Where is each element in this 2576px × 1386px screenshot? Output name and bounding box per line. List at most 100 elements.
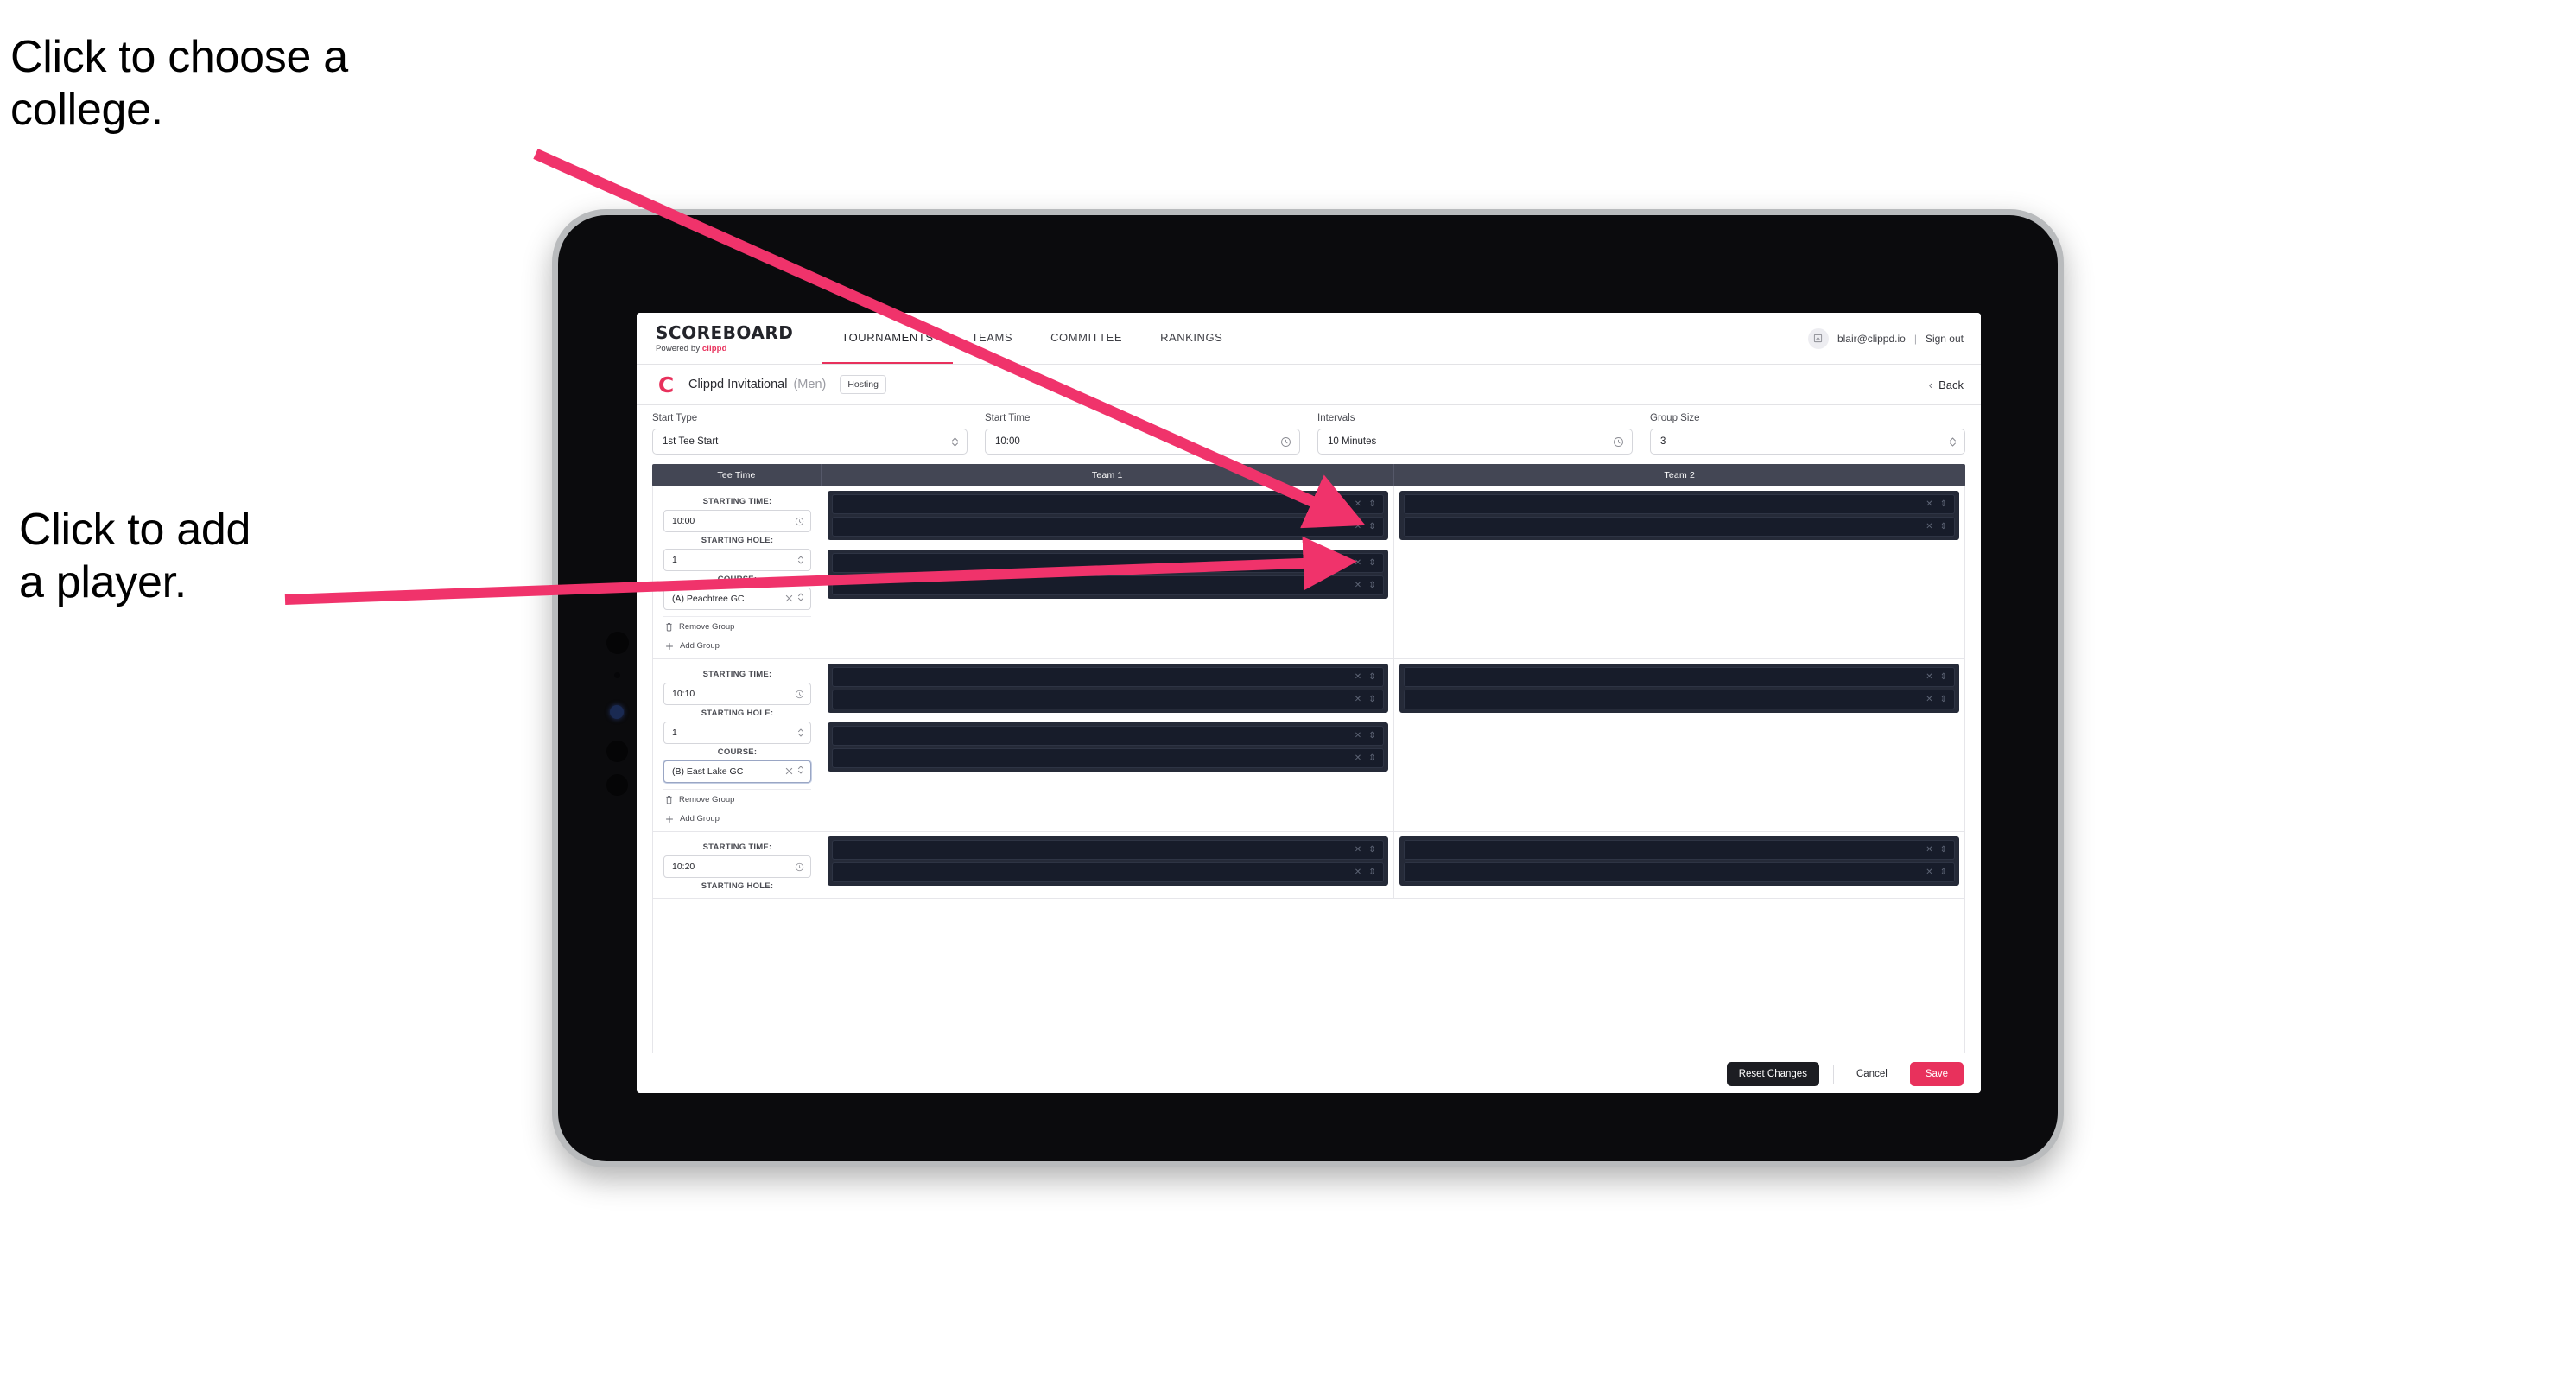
player-name-redacted <box>841 753 1088 763</box>
nav-tab-rankings[interactable]: RANKINGS <box>1141 313 1241 364</box>
clear-course-icon[interactable] <box>785 764 793 779</box>
clock-icon <box>795 690 804 699</box>
intervals-label: Intervals <box>1317 413 1355 423</box>
screenshot-canvas: Click to choose a college. Click to add … <box>0 0 2576 1386</box>
player-name-redacted <box>841 868 1088 877</box>
team-1-cell: ✕ ⇕ ✕ ⇕ ✕ ⇕ ✕ ⇕ <box>822 486 1394 658</box>
clear-player-icon[interactable]: ✕ <box>1926 499 1932 509</box>
course-select[interactable]: (A) Peachtree GC <box>663 588 811 610</box>
remove-group-label: Remove Group <box>679 795 735 804</box>
intervals-input[interactable]: 10 Minutes <box>1317 429 1633 455</box>
clear-player-icon[interactable]: ✕ <box>1355 868 1361 877</box>
player-select-row[interactable]: ✕ ⇕ <box>832 494 1384 514</box>
player-select-row[interactable]: ✕ ⇕ <box>832 667 1384 687</box>
player-select-row[interactable]: ✕ ⇕ <box>832 575 1384 595</box>
brand-logo[interactable]: SCOREBOARD Powered by clippd <box>656 313 822 364</box>
player-select-row[interactable]: ✕ ⇕ <box>1403 517 1955 537</box>
clear-player-icon[interactable]: ✕ <box>1355 845 1361 855</box>
player-select-row[interactable]: ✕ ⇕ <box>832 748 1384 768</box>
start-type-select[interactable]: 1st Tee Start <box>652 429 968 455</box>
team-1-cell: ✕ ⇕ ✕ ⇕ <box>822 832 1394 898</box>
chevron-updown-icon: ⇕ <box>1368 868 1376 877</box>
sensor-dot-icon <box>614 672 620 678</box>
course-value: (B) East Lake GC <box>672 766 744 777</box>
clear-player-icon[interactable]: ✕ <box>1355 731 1361 741</box>
clear-player-icon[interactable]: ✕ <box>1355 695 1361 704</box>
group-block: ✕ ⇕ ✕ ⇕ <box>828 664 1388 713</box>
clear-player-icon[interactable]: ✕ <box>1355 558 1361 568</box>
trash-icon <box>665 622 673 632</box>
clear-player-icon[interactable]: ✕ <box>1355 522 1361 531</box>
tournament-gender: (Men) <box>793 378 827 391</box>
player-name-redacted <box>841 672 1088 682</box>
clear-player-icon[interactable]: ✕ <box>1355 499 1361 509</box>
nav-tab-teams[interactable]: TEAMS <box>953 313 1032 364</box>
chevron-updown-icon: ⇕ <box>1368 581 1376 590</box>
start-time-input[interactable]: 10:00 <box>985 429 1300 455</box>
chevron-updown-icon: ⇕ <box>1939 672 1947 682</box>
player-select-row[interactable]: ✕ ⇕ <box>832 553 1384 573</box>
start-type-label: Start Type <box>652 413 698 423</box>
remove-group-button[interactable]: Remove Group <box>663 789 811 809</box>
nav-tab-committee[interactable]: COMMITTEE <box>1031 313 1141 364</box>
starting-time-input[interactable]: 10:10 <box>663 683 811 705</box>
add-group-label: Add Group <box>680 641 720 651</box>
player-select-row[interactable]: ✕ ⇕ <box>1403 690 1955 709</box>
clear-player-icon[interactable]: ✕ <box>1355 753 1361 763</box>
clear-player-icon[interactable]: ✕ <box>1926 672 1932 682</box>
setting-group-size: Group Size 3 <box>1650 413 1965 455</box>
tee-time-cell: STARTING TIME: 10:10 STARTING HOLE: 1 CO… <box>653 659 822 831</box>
column-header-tee-time: Tee Time <box>652 464 822 486</box>
clear-player-icon[interactable]: ✕ <box>1355 581 1361 590</box>
clear-player-icon[interactable]: ✕ <box>1926 845 1932 855</box>
player-select-row[interactable]: ✕ ⇕ <box>1403 840 1955 860</box>
starting-hole-stepper[interactable]: 1 <box>663 722 811 744</box>
add-group-button[interactable]: Add Group <box>663 809 811 828</box>
brand-tagline: Powered by clippd <box>656 343 727 353</box>
add-group-button[interactable]: Add Group <box>663 636 811 655</box>
starting-hole-label: STARTING HOLE: <box>701 881 774 891</box>
starting-time-input[interactable]: 10:20 <box>663 855 811 878</box>
start-time-value: 10:00 <box>995 436 1020 447</box>
clock-icon <box>795 517 804 526</box>
clear-player-icon[interactable]: ✕ <box>1926 695 1932 704</box>
course-label: COURSE: <box>717 575 758 584</box>
group-size-label: Group Size <box>1650 413 1700 423</box>
starting-time-value: 10:20 <box>672 861 695 872</box>
player-select-row[interactable]: ✕ ⇕ <box>1403 494 1955 514</box>
player-select-row[interactable]: ✕ ⇕ <box>1403 862 1955 882</box>
clear-player-icon[interactable]: ✕ <box>1926 868 1932 877</box>
group-size-stepper[interactable]: 3 <box>1650 429 1965 455</box>
avatar[interactable] <box>1807 327 1829 349</box>
chevron-updown-icon: ⇕ <box>1368 845 1376 855</box>
player-select-row[interactable]: ✕ ⇕ <box>1403 667 1955 687</box>
cancel-button[interactable]: Cancel <box>1848 1062 1896 1086</box>
annotation-choose-college: Click to choose a college. <box>10 32 348 136</box>
back-button[interactable]: ‹ Back <box>1929 378 1964 391</box>
player-select-row[interactable]: ✕ ⇕ <box>832 517 1384 537</box>
starting-time-label: STARTING TIME: <box>702 497 772 506</box>
course-select[interactable]: (B) East Lake GC <box>663 760 811 783</box>
clear-player-icon[interactable]: ✕ <box>1926 522 1932 531</box>
player-select-row[interactable]: ✕ ⇕ <box>832 690 1384 709</box>
reset-changes-button[interactable]: Reset Changes <box>1726 1061 1819 1086</box>
player-select-row[interactable]: ✕ ⇕ <box>832 726 1384 746</box>
remove-group-button[interactable]: Remove Group <box>663 616 811 636</box>
player-name-redacted <box>1413 845 1659 855</box>
nav-tab-tournaments[interactable]: TOURNAMENTS <box>822 313 953 364</box>
trash-icon <box>665 795 673 804</box>
tee-sheet-settings: Start Type 1st Tee Start Start Time 10:0… <box>637 405 1981 464</box>
player-select-row[interactable]: ✕ ⇕ <box>832 840 1384 860</box>
player-select-row[interactable]: ✕ ⇕ <box>832 862 1384 882</box>
clear-player-icon[interactable]: ✕ <box>1355 672 1361 682</box>
player-name-redacted <box>841 731 1088 741</box>
starting-hole-stepper[interactable]: 1 <box>663 549 811 571</box>
starting-time-label: STARTING TIME: <box>702 670 772 679</box>
save-button[interactable]: Save <box>1909 1061 1964 1086</box>
sign-out-link[interactable]: Sign out <box>1926 333 1964 345</box>
clear-course-icon[interactable] <box>785 591 793 607</box>
chevron-updown-icon <box>1949 436 1957 448</box>
account-separator: | <box>1913 332 1917 345</box>
tee-sheet-table-body[interactable]: STARTING TIME: 10:00 STARTING HOLE: 1 CO… <box>652 486 1965 1053</box>
starting-time-input[interactable]: 10:00 <box>663 510 811 532</box>
